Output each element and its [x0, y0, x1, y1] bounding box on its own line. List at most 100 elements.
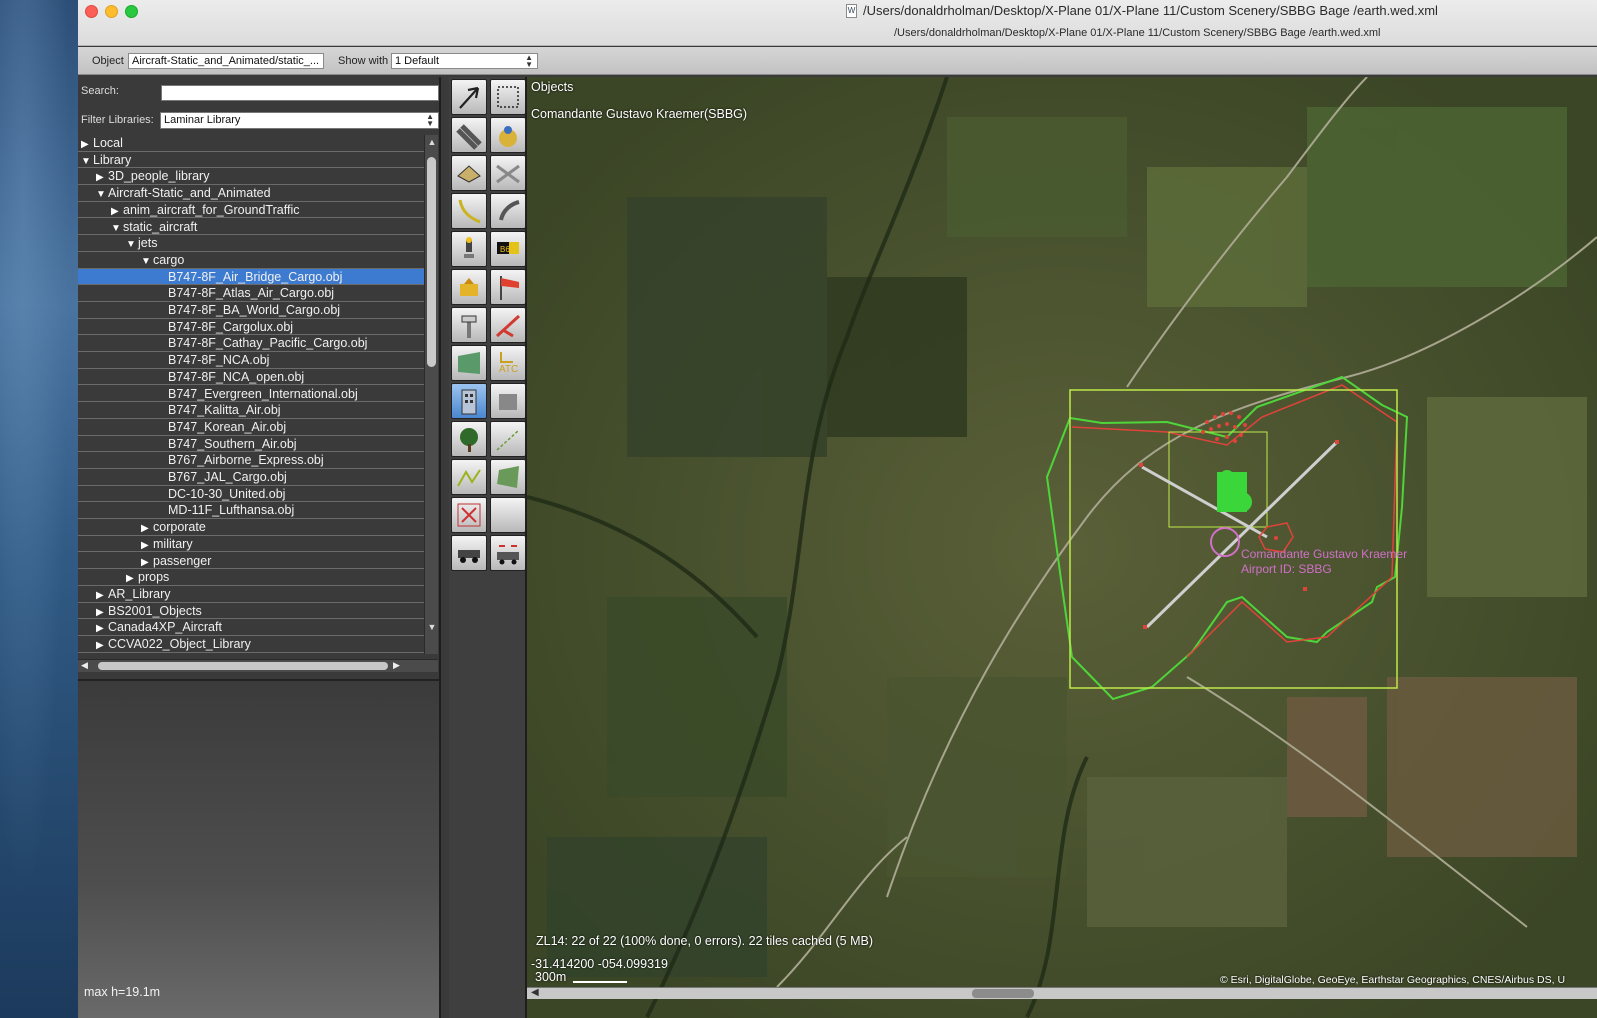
autogen-block-tool-button[interactable] — [490, 383, 526, 419]
library-tree-label: MD-11F_Lufthansa.obj — [168, 503, 295, 518]
airport-label-name[interactable]: Comandante Gustavo Kraemer — [1241, 547, 1407, 561]
helipad-tool-button[interactable] — [490, 117, 526, 153]
library-tree-item[interactable]: B747_Southern_Air.obj — [78, 436, 424, 453]
satellite-map[interactable] — [527, 77, 1597, 1018]
facade-tool-button[interactable] — [451, 345, 487, 381]
library-tree-folder[interactable]: ▼ Library — [78, 152, 424, 169]
zoom-window-button[interactable] — [125, 5, 138, 18]
sealane-tool-button[interactable] — [451, 155, 487, 191]
tower-viewpoint-tool-button[interactable] — [451, 307, 487, 343]
disclosure-collapsed-icon[interactable]: ▶ — [96, 605, 108, 621]
windsock-tool-button[interactable] — [490, 269, 526, 305]
boundary-tool-button[interactable] — [490, 193, 526, 229]
marquee-tool-button[interactable] — [490, 79, 526, 115]
library-tree-folder[interactable]: ▶ AR_Library — [78, 586, 424, 603]
library-tree-item[interactable]: B747-8F_Cargolux.obj — [78, 319, 424, 336]
disclosure-collapsed-icon[interactable]: ▶ — [96, 170, 108, 186]
object-path-field[interactable]: Aircraft-Static_and_Animated/static_... — [128, 53, 324, 69]
blank-tool-button[interactable] — [490, 497, 526, 533]
exclusion-tool-button[interactable] — [451, 497, 487, 533]
library-tree-item[interactable]: B747-8F_NCA.obj — [78, 352, 424, 369]
map-horizontal-scrollbar[interactable]: ◀ — [527, 987, 1597, 999]
apron-objects[interactable] — [1217, 470, 1252, 512]
close-window-button[interactable] — [85, 5, 98, 18]
filter-libraries-select[interactable]: Laminar Library ▲ ▼ — [160, 112, 439, 129]
scroll-down-arrow-icon[interactable]: ▼ — [427, 622, 437, 632]
scroll-right-arrow-icon[interactable]: ▶ — [393, 660, 400, 671]
disclosure-collapsed-icon[interactable]: ▶ — [126, 571, 138, 587]
string-tool-button[interactable] — [490, 421, 526, 457]
disclosure-collapsed-icon[interactable]: ▶ — [111, 204, 123, 220]
library-tree-item[interactable]: B747_Korean_Air.obj — [78, 419, 424, 436]
library-tree-horizontal-scrollbar[interactable]: ◀ ▶ — [78, 659, 438, 672]
library-tree-folder[interactable]: ▶ Local — [78, 135, 424, 152]
truck-destination-tool-button[interactable] — [490, 307, 526, 343]
disclosure-collapsed-icon[interactable]: ▶ — [141, 538, 153, 554]
library-tree-item[interactable]: B747_Evergreen_International.obj — [78, 386, 424, 403]
map-view[interactable]: Objects Comandante Gustavo Kraemer(SBBG)… — [527, 77, 1597, 1018]
disclosure-collapsed-icon[interactable]: ▶ — [141, 521, 153, 537]
disclosure-expanded-icon[interactable]: ▼ — [81, 154, 93, 170]
library-tree-item[interactable]: DC-10-30_United.obj — [78, 486, 424, 503]
library-tree-folder[interactable]: ▼ Aircraft-Static_and_Animated — [78, 185, 424, 202]
library-tree-item[interactable]: B747-8F_Air_Bridge_Cargo.obj — [78, 268, 424, 286]
scroll-left-arrow-icon[interactable]: ◀ — [531, 987, 539, 998]
library-tree-folder[interactable]: ▶ BS2001_Objects — [78, 603, 424, 620]
library-tree-folder[interactable]: ▶ 3D_people_library — [78, 168, 424, 186]
truck-parking-tool-button[interactable] — [451, 535, 487, 571]
disclosure-expanded-icon[interactable]: ▼ — [96, 187, 108, 203]
show-with-select[interactable]: 1 Default ▲ ▼ — [391, 53, 538, 69]
disclosure-collapsed-icon[interactable]: ▶ — [141, 555, 153, 571]
runway-tool-button[interactable] — [451, 117, 487, 153]
scroll-left-arrow-icon[interactable]: ◀ — [81, 660, 88, 671]
library-tree-folder[interactable]: ▶ CCVA022_Object_Library — [78, 636, 424, 653]
atc-tool-button[interactable]: ATC — [490, 345, 526, 381]
library-tree-item[interactable]: B747-8F_Atlas_Air_Cargo.obj — [78, 285, 424, 302]
disclosure-expanded-icon[interactable]: ▼ — [111, 221, 123, 237]
library-tree-item[interactable]: B747_Kalitta_Air.obj — [78, 402, 424, 419]
library-tree-item[interactable]: B767_JAL_Cargo.obj — [78, 469, 424, 486]
disclosure-collapsed-icon[interactable]: ▶ — [96, 621, 108, 637]
scrollbar-thumb[interactable] — [972, 989, 1034, 998]
library-tree-folder[interactable]: ▶ props — [78, 569, 424, 586]
library-tree-folder[interactable]: ▶ corporate — [78, 519, 424, 536]
object-preview[interactable]: max h=19.1m — [78, 679, 439, 1018]
scrollbar-thumb[interactable] — [427, 157, 436, 367]
disclosure-collapsed-icon[interactable]: ▶ — [96, 588, 108, 604]
library-tree-item[interactable]: B747-8F_Cathay_Pacific_Cargo.obj — [78, 335, 424, 353]
title-bar[interactable]: W /Users/donaldrholman/Desktop/X-Plane 0… — [78, 0, 1597, 46]
minimize-window-button[interactable] — [105, 5, 118, 18]
sign-tool-button[interactable]: B6 — [490, 231, 526, 267]
ground-traffic-tool-button[interactable] — [490, 535, 526, 571]
library-tree-item[interactable]: MD-11F_Lufthansa.obj — [78, 502, 424, 520]
library-tree-item[interactable]: B767_Airborne_Express.obj — [78, 452, 424, 469]
library-tree-item[interactable]: B747-8F_BA_World_Cargo.obj — [78, 302, 424, 319]
scroll-up-arrow-icon[interactable]: ▲ — [427, 137, 437, 147]
ramp-start-tool-button[interactable] — [451, 269, 487, 305]
library-tree-item[interactable]: B747-8F_NCA_open.obj — [78, 369, 424, 386]
library-tree-folder[interactable]: ▶ military — [78, 536, 424, 553]
library-tree-folder[interactable]: ▼ cargo — [78, 252, 424, 269]
document-icon[interactable]: W — [846, 4, 857, 18]
object-tool-button[interactable] — [451, 383, 487, 419]
scrollbar-thumb[interactable] — [98, 662, 388, 670]
disclosure-expanded-icon[interactable]: ▼ — [141, 254, 153, 270]
forest-tool-button[interactable] — [451, 421, 487, 457]
taxi-route-tool-button[interactable] — [451, 193, 487, 229]
light-fixture-tool-button[interactable] — [451, 231, 487, 267]
disclosure-expanded-icon[interactable]: ▼ — [126, 237, 138, 253]
library-tree-folder[interactable]: ▶ anim_aircraft_for_GroundTraffic — [78, 202, 424, 219]
select-tool-button[interactable] — [451, 79, 487, 115]
library-tree-folder[interactable]: ▶ passenger — [78, 553, 424, 570]
library-tree-folder[interactable]: ▼ jets — [78, 235, 424, 252]
library-tree-vertical-scrollbar[interactable]: ▲ ▼ — [424, 135, 438, 654]
library-tree-folder[interactable]: ▶ Canada4XP_Aircraft — [78, 619, 424, 636]
disclosure-collapsed-icon[interactable]: ▶ — [96, 638, 108, 654]
disclosure-collapsed-icon[interactable]: ▶ — [81, 137, 93, 153]
taxiway-tool-button[interactable] — [490, 155, 526, 191]
line-tool-button[interactable] — [451, 459, 487, 495]
polygon-tool-button[interactable] — [490, 459, 526, 495]
search-input[interactable] — [161, 85, 439, 101]
library-tree-folder[interactable]: ▼ static_aircraft — [78, 219, 424, 236]
airport-label-id[interactable]: Airport ID: SBBG — [1241, 562, 1332, 576]
